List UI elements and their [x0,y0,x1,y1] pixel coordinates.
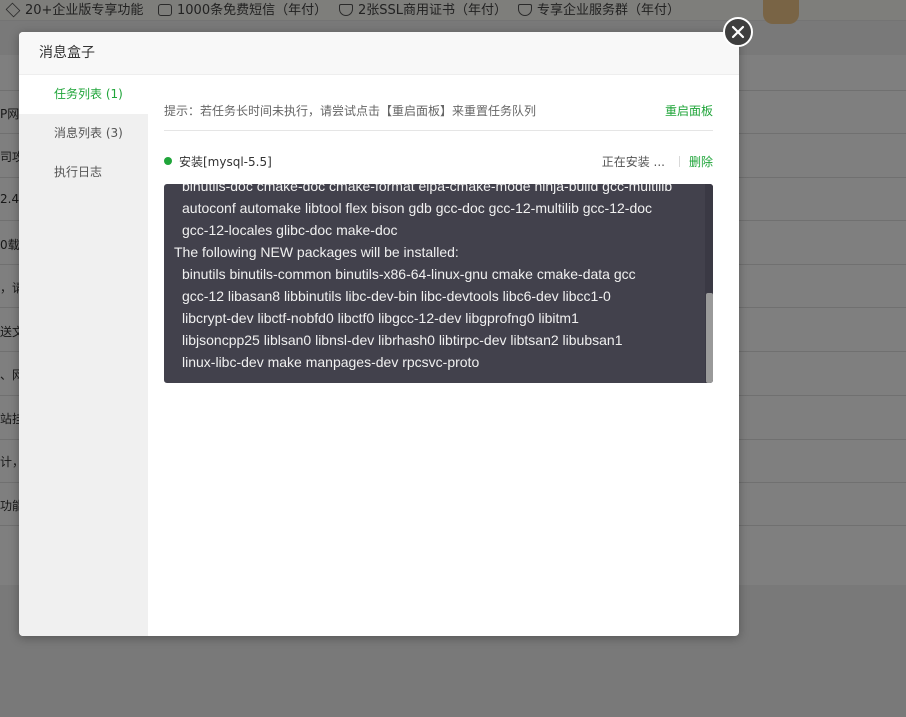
tab-message-list[interactable]: 消息列表 (3) [19,114,148,153]
task-status: 正在安装 ... [601,155,665,169]
close-modal-button[interactable] [723,17,753,47]
tab-execution-log[interactable]: 执行日志 [19,153,148,192]
restart-panel-link[interactable]: 重启面板 [665,102,713,119]
message-box-modal: 消息盒子 任务列表 (1) 消息列表 (3) 执行日志 提示：若任务长时间未执行… [19,32,739,636]
notice-bar: 提示：若任务长时间未执行，请尝试点击【重启面板】来重置任务队列 重启面板 [164,100,713,131]
log-scrollbar-thumb[interactable] [706,293,713,383]
close-icon [731,25,745,39]
log-line: libjsoncpp25 liblsan0 libnsl-dev librhas… [182,332,623,348]
log-line: linux-libc-dev make manpages-dev rpcsvc-… [182,354,480,370]
delete-task-link[interactable]: 删除 [689,153,713,170]
task-panel: 提示：若任务长时间未执行，请尝试点击【重启面板】来重置任务队列 重启面板 安装[… [164,75,713,636]
log-line: libcrypt-dev libctf-nobfd0 libctf0 libgc… [182,310,579,326]
log-line: autoconf automake libtool flex bison gdb… [182,200,653,216]
modal-sidebar: 任务列表 (1) 消息列表 (3) 执行日志 [19,75,148,636]
log-line: gcc-12-locales glibc-doc make-doc [182,222,398,238]
install-log-console[interactable]: binutils-doc cmake-doc cmake-format elpa… [164,184,713,383]
log-scrollbar[interactable] [705,184,713,383]
task-item: 安装[mysql-5.5] 正在安装 ... 删除 [164,153,713,173]
log-line: binutils binutils-common binutils-x86-64… [182,266,636,282]
running-status-icon [164,157,172,165]
divider [679,156,680,167]
tab-task-list[interactable]: 任务列表 (1) [19,75,148,114]
log-lines: binutils-doc cmake-doc cmake-format elpa… [174,184,672,373]
modal-title: 消息盒子 [19,32,739,75]
notice-text: 提示：若任务长时间未执行，请尝试点击【重启面板】来重置任务队列 [164,104,537,118]
log-line: binutils-doc cmake-doc cmake-format elpa… [182,184,673,194]
log-line: The following NEW packages will be insta… [174,244,459,260]
log-line: gcc-12 libasan8 libbinutils libc-dev-bin… [182,288,611,304]
task-name: 安装[mysql-5.5] [179,155,272,169]
